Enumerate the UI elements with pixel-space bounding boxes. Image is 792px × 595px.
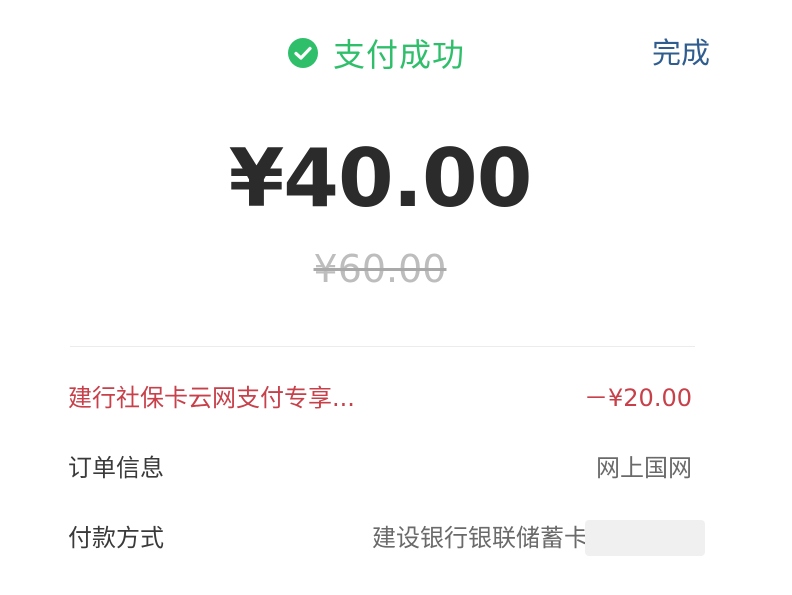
header: 支付成功 完成 bbox=[0, 0, 792, 100]
payment-method-value: 建设银行银联储蓄卡 bbox=[372, 524, 588, 552]
redaction-mask bbox=[585, 520, 705, 556]
payment-success-screen: 支付成功 完成 ¥40.00 ¥60.00 建行社保卡云网支付专享... －¥2… bbox=[0, 0, 792, 595]
discount-label: 建行社保卡云网支付专享... bbox=[68, 384, 355, 412]
discount-row[interactable]: 建行社保卡云网支付专享... －¥20.00 bbox=[68, 376, 692, 420]
order-info-value: 网上国网 bbox=[596, 454, 692, 482]
divider bbox=[70, 346, 695, 347]
payment-method-label: 付款方式 bbox=[68, 524, 164, 552]
payment-amount: ¥40.00 bbox=[228, 132, 533, 225]
done-button[interactable]: 完成 bbox=[652, 31, 710, 75]
discount-value: －¥20.00 bbox=[584, 384, 692, 412]
payment-status: 支付成功 bbox=[287, 31, 465, 75]
order-info-row[interactable]: 订单信息 网上国网 bbox=[68, 446, 692, 490]
status-text: 支付成功 bbox=[333, 36, 466, 74]
check-circle-icon bbox=[288, 38, 318, 68]
original-amount: ¥60.00 bbox=[313, 247, 447, 291]
order-info-label: 订单信息 bbox=[68, 454, 164, 482]
